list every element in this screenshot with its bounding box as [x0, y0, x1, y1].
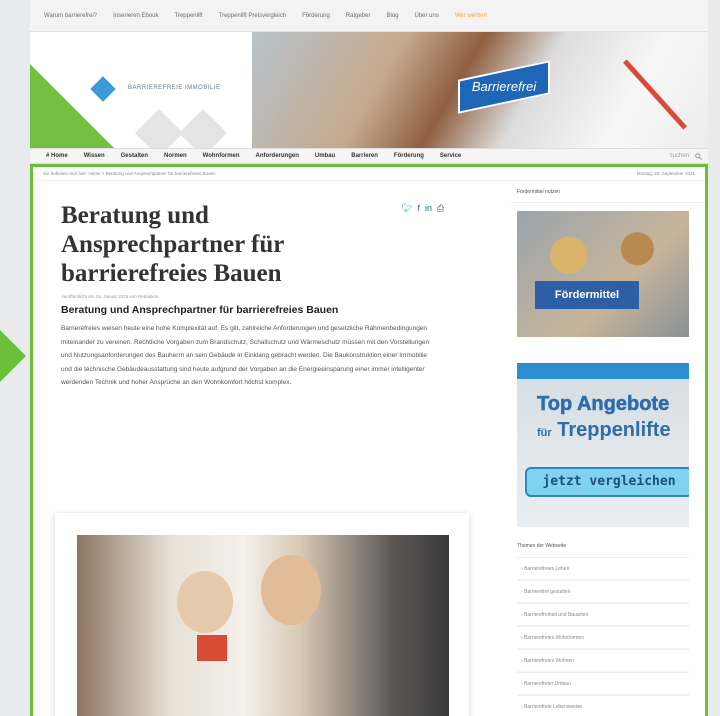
- highlight-arrow: [0, 330, 26, 382]
- themes-list-item[interactable]: Barrierefreies Leben: [517, 557, 689, 580]
- sidebar-heading: Fördermittel nutzen: [511, 181, 705, 203]
- themes-list-item[interactable]: Barrierefreies Wohnen: [517, 649, 689, 672]
- share-icons: 🐦︎ f in ⎙: [401, 203, 444, 214]
- facebook-icon[interactable]: f: [417, 203, 420, 214]
- breadcrumb[interactable]: Sie befinden sich hier: Home > Beratung …: [43, 171, 215, 176]
- themes-list: Barrierefreies Leben Barrierefrei gestal…: [511, 557, 705, 716]
- grey-diamond-decoration: [178, 108, 228, 148]
- search-input[interactable]: suchen: [670, 153, 689, 159]
- nav-item[interactable]: Gestalten: [113, 153, 156, 159]
- ad-subheadline-prefix: für: [537, 427, 552, 439]
- topnav-link[interactable]: Treppenlift Preisvergleich: [211, 13, 294, 19]
- ad-headline: Top Angebote: [537, 393, 670, 416]
- main-navigation: # Home Wissen Gestalten Normen Wohnforme…: [30, 148, 708, 164]
- nav-item[interactable]: Anforderungen: [248, 153, 307, 159]
- photo-house-model: [197, 635, 227, 661]
- nav-item[interactable]: Service: [432, 153, 469, 159]
- twitter-icon[interactable]: 🐦︎: [401, 203, 412, 214]
- photo-person: [261, 555, 321, 625]
- ad-top-bar: [517, 363, 689, 379]
- themes-list-item[interactable]: Barrierefreier Umbau: [517, 672, 689, 695]
- ad-subheadline: für Treppenlifte: [537, 419, 671, 442]
- article-meta: Veröffentlicht am 18. Januar 2015 von Re…: [61, 294, 159, 299]
- grey-diamond-decoration: [134, 108, 184, 148]
- nav-item[interactable]: Wissen: [76, 153, 113, 159]
- compare-button[interactable]: jetzt vergleichen: [525, 467, 689, 497]
- article-subtitle: Beratung und Ansprechpartner für barrier…: [61, 304, 339, 316]
- header-banner: BARRIEREFREIE IMMOBILIE Barrierefrei: [30, 32, 708, 148]
- search-box[interactable]: suchen: [670, 152, 708, 160]
- content-panel: Sie befinden sich hier: Home > Beratung …: [30, 164, 708, 716]
- themes-heading: Themen der Webseite: [517, 543, 567, 549]
- foerdermittel-ad[interactable]: Fördermittel: [517, 211, 689, 337]
- treppenlift-ad[interactable]: Top Angebote für Treppenlifte jetzt verg…: [517, 363, 689, 527]
- topnav-link[interactable]: Inserieren Ebook: [105, 13, 166, 19]
- topnav-link[interactable]: Treppenlift: [167, 13, 211, 19]
- article: Beratung und Ansprechpartner für barrier…: [61, 201, 471, 390]
- nav-item-home[interactable]: # Home: [38, 153, 76, 159]
- topnav-link[interactable]: Über uns: [407, 13, 447, 19]
- topnav-link[interactable]: Förderung: [294, 13, 338, 19]
- themes-list-item[interactable]: Barrierefreiheit und Bauarten: [517, 603, 689, 626]
- topnav-link[interactable]: Warum barrierefrei?: [36, 13, 105, 19]
- site-logo-text[interactable]: BARRIEREFREIE IMMOBILIE: [128, 85, 221, 91]
- browser-page: Warum barrierefrei? Inserieren Ebook Tre…: [30, 0, 708, 716]
- themes-list-item[interactable]: Barrierefrei gestalten: [517, 580, 689, 603]
- print-icon[interactable]: ⎙: [437, 203, 444, 214]
- search-icon[interactable]: [695, 152, 702, 160]
- breadcrumb-bar: Sie befinden sich hier: Home > Beratung …: [33, 167, 705, 181]
- foerdermittel-ad-label: Fördermittel: [535, 281, 639, 309]
- linkedin-icon[interactable]: in: [425, 203, 432, 214]
- nav-item[interactable]: Normen: [156, 153, 195, 159]
- page-title: Beratung und Ansprechpartner für barrier…: [61, 202, 284, 287]
- ad-subheadline-main: Treppenlifte: [557, 419, 671, 441]
- nav-item[interactable]: Umbau: [307, 153, 343, 159]
- topnav-link[interactable]: Ratgeber: [338, 13, 379, 19]
- sidebar: Fördermittel nutzen Fördermittel Top Ang…: [511, 181, 705, 716]
- photo-person: [177, 571, 233, 633]
- topnav-link-highlight[interactable]: Wer werben: [447, 13, 495, 19]
- topnav-link[interactable]: Blog: [378, 13, 406, 19]
- nav-item[interactable]: Förderung: [386, 153, 432, 159]
- nav-item[interactable]: Barrieren: [343, 153, 386, 159]
- top-navigation: Warum barrierefrei? Inserieren Ebook Tre…: [30, 0, 708, 32]
- article-body: Barrierefreies weisen heute eine hohe Ko…: [61, 325, 430, 386]
- sign-text: Barrierefrei: [471, 79, 537, 94]
- themes-list-item[interactable]: Barrierefreies Wohnformen: [517, 626, 689, 649]
- themes-list-item[interactable]: Barrierefreie Lebensweise: [517, 695, 689, 716]
- nav-item[interactable]: Wohnformen: [195, 153, 248, 159]
- current-date: Montag, 20. September 2021: [636, 171, 695, 176]
- article-photo: [77, 535, 449, 716]
- article-image-card: [55, 513, 469, 716]
